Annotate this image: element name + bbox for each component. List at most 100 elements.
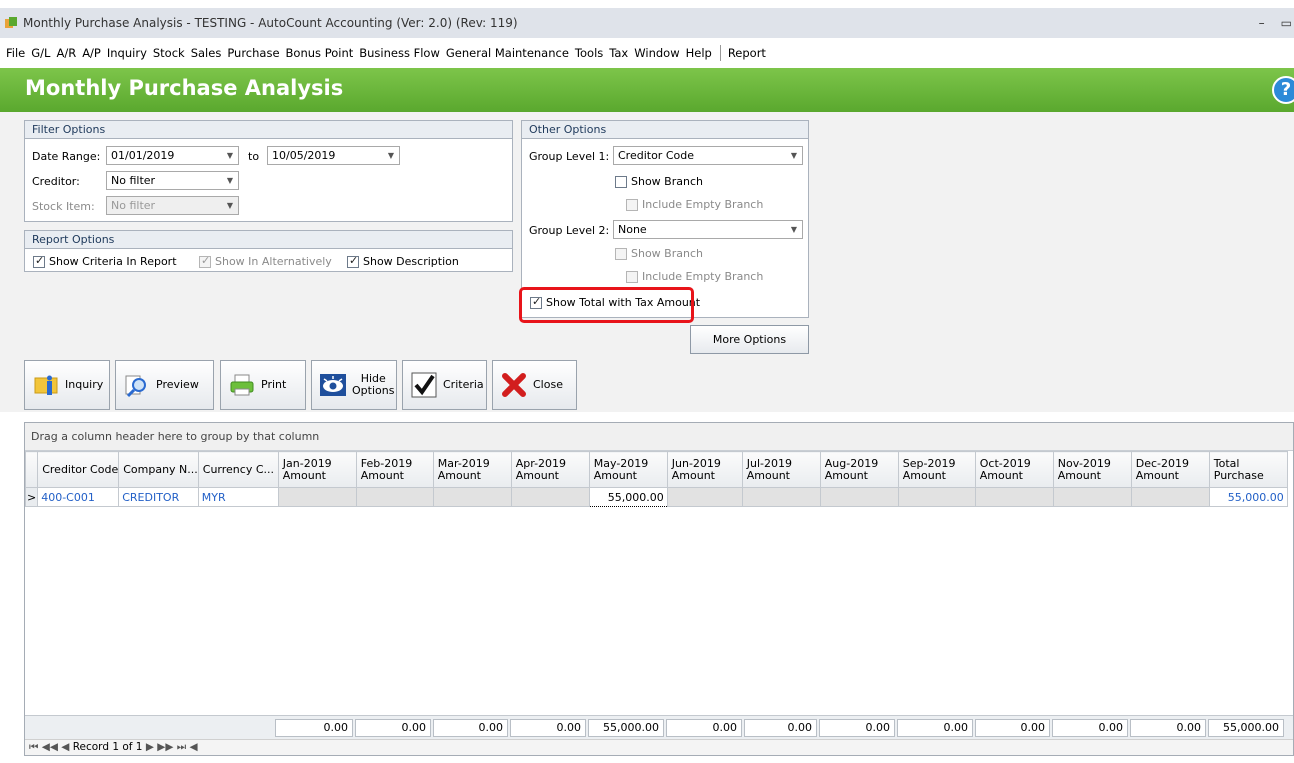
nav-next-last-icon[interactable]: ▶ ▶▶ ⏭ ◀: [146, 741, 198, 753]
page-title: Monthly Purchase Analysis: [25, 76, 344, 100]
window-titlebar: Monthly Purchase Analysis - TESTING - Au…: [0, 8, 1294, 38]
menu-bonus-point[interactable]: Bonus Point: [286, 46, 354, 60]
menu-gl[interactable]: G/L: [31, 46, 50, 60]
col-dec-2019[interactable]: Dec-2019 Amount: [1130, 451, 1210, 488]
help-icon[interactable]: ?: [1272, 76, 1294, 104]
col-jan-2019[interactable]: Jan-2019 Amount: [277, 451, 357, 488]
menu-tools[interactable]: Tools: [575, 46, 603, 60]
menu-inquiry[interactable]: Inquiry: [107, 46, 147, 60]
autocount-app-icon: [5, 17, 17, 28]
footer-total-jun: 0.00: [666, 719, 742, 737]
creditor-label: Creditor:: [32, 175, 80, 188]
col-apr-2019[interactable]: Apr-2019 Amount: [510, 451, 590, 488]
col-total-purchase[interactable]: Total Purchase: [1208, 451, 1288, 488]
print-button[interactable]: Print: [220, 360, 306, 410]
mar-cell[interactable]: [432, 487, 512, 507]
table-header-row: Creditor Code Company N... Currency C...…: [24, 451, 1288, 488]
menu-ar[interactable]: A/R: [56, 46, 76, 60]
results-table: Creditor Code Company N... Currency C...…: [24, 451, 1288, 507]
oct-cell[interactable]: [974, 487, 1054, 507]
close-button[interactable]: Close: [492, 360, 577, 410]
aug-cell[interactable]: [819, 487, 899, 507]
menu-help[interactable]: Help: [686, 46, 712, 60]
preview-button[interactable]: Preview: [115, 360, 214, 410]
nav-first-prev-icon[interactable]: ⏮ ◀◀ ◀: [29, 741, 69, 753]
col-sep-2019[interactable]: Sep-2019 Amount: [897, 451, 976, 488]
show-description-checkbox[interactable]: Show Description: [347, 254, 459, 268]
dec-cell[interactable]: [1130, 487, 1210, 507]
chevron-down-icon[interactable]: ▼: [227, 147, 233, 164]
total-purchase-cell[interactable]: 55,000.00: [1208, 487, 1288, 507]
currency-code-cell[interactable]: MYR: [197, 487, 279, 507]
col-oct-2019[interactable]: Oct-2019 Amount: [974, 451, 1054, 488]
col-feb-2019[interactable]: Feb-2019 Amount: [355, 451, 434, 488]
col-jun-2019[interactable]: Jun-2019 Amount: [666, 451, 743, 488]
chevron-down-icon[interactable]: ▼: [791, 147, 797, 164]
minimize-icon[interactable]: –: [1259, 16, 1265, 30]
col-jul-2019[interactable]: Jul-2019 Amount: [741, 451, 821, 488]
feb-cell[interactable]: [355, 487, 434, 507]
show-branch-2-checkbox: Show Branch: [615, 247, 703, 260]
sep-cell[interactable]: [897, 487, 976, 507]
footer-total-nov: 0.00: [1052, 719, 1128, 737]
col-nov-2019[interactable]: Nov-2019 Amount: [1052, 451, 1132, 488]
jan-cell[interactable]: [277, 487, 357, 507]
col-creditor-code[interactable]: Creditor Code: [37, 451, 120, 488]
menu-stock[interactable]: Stock: [153, 46, 185, 60]
footer-total-dec: 0.00: [1130, 719, 1206, 737]
date-range-label: Date Range:: [32, 150, 101, 163]
company-name-cell[interactable]: CREDITOR: [118, 487, 199, 507]
jun-cell[interactable]: [666, 487, 743, 507]
may-cell[interactable]: 55,000.00: [588, 487, 668, 507]
to-label: to: [248, 150, 260, 163]
inquiry-button[interactable]: Inquiry: [24, 360, 110, 410]
creditor-filter[interactable]: No filter ▼: [106, 171, 239, 190]
filter-options-group: Filter Options: [24, 120, 513, 222]
record-counter: Record 1 of 1: [72, 741, 143, 753]
menu-tax[interactable]: Tax: [609, 46, 628, 60]
menu-purchase[interactable]: Purchase: [227, 46, 279, 60]
footer-total-apr: 0.00: [510, 719, 586, 737]
totals-footer: 0.00 0.00 0.00 0.00 55,000.00 0.00 0.00 …: [25, 715, 1293, 739]
hide-options-button[interactable]: Hide Options: [311, 360, 397, 410]
results-grid: Drag a column header here to group by th…: [24, 422, 1294, 756]
chevron-down-icon[interactable]: ▼: [791, 221, 797, 238]
chevron-down-icon[interactable]: ▼: [227, 172, 233, 189]
chevron-down-icon[interactable]: ▼: [388, 147, 394, 164]
more-options-button[interactable]: More Options: [690, 325, 809, 354]
other-options-title: Other Options: [522, 121, 808, 139]
creditor-code-cell[interactable]: 400-C001: [37, 487, 120, 507]
row-selector-header: [24, 451, 39, 488]
col-company-name[interactable]: Company N...: [118, 451, 199, 488]
apr-cell[interactable]: [510, 487, 590, 507]
menu-ap[interactable]: A/P: [82, 46, 101, 60]
menu-window[interactable]: Window: [634, 46, 679, 60]
show-criteria-checkbox[interactable]: Show Criteria In Report: [33, 254, 177, 268]
table-row[interactable]: > 400-C001 CREDITOR MYR 55,000.00 55,000…: [24, 487, 1288, 507]
group-level-2-select[interactable]: None ▼: [613, 220, 803, 239]
menu-sales[interactable]: Sales: [191, 46, 222, 60]
group-level-1-select[interactable]: Creditor Code ▼: [613, 146, 803, 165]
show-alternatively-checkbox: Show In Alternatively: [199, 254, 332, 268]
col-currency-code[interactable]: Currency C...: [197, 451, 279, 488]
criteria-button[interactable]: Criteria: [402, 360, 487, 410]
footer-total-jan: 0.00: [275, 719, 353, 737]
col-aug-2019[interactable]: Aug-2019 Amount: [819, 451, 899, 488]
menu-report[interactable]: Report: [728, 46, 766, 60]
maximize-icon[interactable]: ▭: [1281, 16, 1292, 30]
jul-cell[interactable]: [741, 487, 821, 507]
inquiry-icon: [34, 375, 58, 395]
show-branch-1-checkbox[interactable]: Show Branch: [615, 175, 703, 188]
date-to-field[interactable]: 10/05/2019 ▼: [267, 146, 400, 165]
date-from-field[interactable]: 01/01/2019 ▼: [106, 146, 239, 165]
page-header: Monthly Purchase Analysis ?: [0, 68, 1294, 112]
nov-cell[interactable]: [1052, 487, 1132, 507]
menu-file[interactable]: File: [6, 46, 25, 60]
group-by-hint[interactable]: Drag a column header here to group by th…: [25, 423, 1293, 451]
menu-general-maintenance[interactable]: General Maintenance: [446, 46, 569, 60]
col-mar-2019[interactable]: Mar-2019 Amount: [432, 451, 512, 488]
menu-business-flow[interactable]: Business Flow: [359, 46, 440, 60]
checkmark-icon: [411, 372, 437, 398]
col-may-2019[interactable]: May-2019 Amount: [588, 451, 668, 488]
row-selector-icon[interactable]: >: [24, 487, 39, 507]
